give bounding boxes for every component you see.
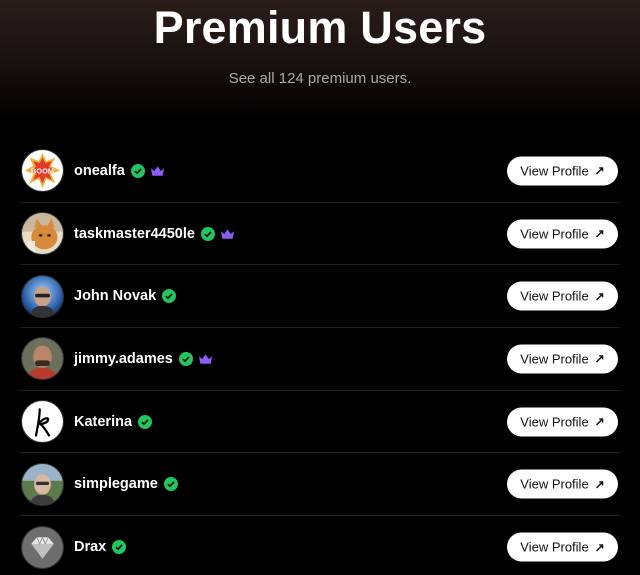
list-item: taskmaster4450le View Profile ↗ — [20, 203, 620, 266]
check-badge-icon — [178, 351, 193, 366]
page-title: Premium Users — [153, 2, 487, 53]
crown-icon — [220, 228, 234, 239]
view-profile-label: View Profile — [520, 163, 589, 179]
avatar[interactable]: BOOM — [21, 149, 64, 193]
check-badge-icon — [162, 289, 177, 304]
check-badge-icon — [112, 540, 127, 555]
view-profile-button[interactable]: View Profile ↗ — [507, 219, 618, 249]
username[interactable]: jimmy.adames — [74, 351, 173, 367]
list-item: simplegame View Profile ↗ — [20, 453, 620, 517]
check-badge-icon — [200, 226, 215, 241]
view-profile-button[interactable]: View Profile ↗ — [507, 281, 618, 311]
arrow-up-right-icon: ↗ — [594, 351, 605, 366]
view-profile-label: View Profile — [520, 539, 589, 555]
avatar[interactable] — [21, 525, 64, 569]
username[interactable]: taskmaster4450le — [74, 226, 195, 242]
view-profile-label: View Profile — [520, 414, 589, 430]
avatar[interactable] — [21, 212, 64, 256]
username[interactable]: simplegame — [74, 476, 158, 492]
arrow-up-right-icon: ↗ — [594, 414, 605, 429]
arrow-up-right-icon: ↗ — [594, 477, 605, 492]
view-profile-label: View Profile — [520, 351, 589, 367]
crown-icon — [198, 354, 212, 364]
list-item: Drax View Profile ↗ — [20, 516, 620, 575]
username[interactable]: onealfa — [74, 163, 125, 179]
svg-text:BOOM: BOOM — [31, 167, 54, 176]
list-item: BOOM onealfa View Profile ↗ — [20, 140, 620, 203]
avatar[interactable] — [21, 337, 64, 381]
crown-icon — [150, 166, 164, 176]
list-item: Katerina View Profile ↗ — [20, 391, 620, 454]
username[interactable]: Katerina — [74, 414, 132, 430]
view-profile-button[interactable]: View Profile ↗ — [507, 469, 618, 499]
view-profile-label: View Profile — [520, 288, 589, 304]
check-badge-icon — [130, 163, 145, 178]
arrow-up-right-icon: ↗ — [594, 226, 605, 241]
page-subtitle: See all 124 premium users. — [228, 70, 412, 87]
avatar[interactable] — [21, 462, 64, 506]
avatar[interactable] — [21, 400, 64, 444]
user-list: BOOM onealfa View Profile ↗ taskmaster445… — [20, 140, 620, 575]
check-badge-icon — [138, 414, 153, 429]
username[interactable]: John Novak — [74, 288, 156, 304]
list-item: jimmy.adames View Profile ↗ — [20, 328, 620, 391]
username[interactable]: Drax — [74, 539, 106, 555]
view-profile-label: View Profile — [520, 476, 589, 492]
view-profile-label: View Profile — [520, 226, 589, 242]
view-profile-button[interactable]: View Profile ↗ — [507, 407, 618, 437]
list-item: John Novak View Profile ↗ — [20, 265, 620, 329]
arrow-up-right-icon: ↗ — [594, 289, 605, 304]
view-profile-button[interactable]: View Profile ↗ — [507, 156, 618, 186]
check-badge-icon — [163, 477, 178, 492]
view-profile-button[interactable]: View Profile ↗ — [507, 532, 618, 562]
avatar[interactable] — [21, 274, 64, 318]
arrow-up-right-icon: ↗ — [594, 163, 605, 178]
arrow-up-right-icon: ↗ — [594, 540, 605, 555]
view-profile-button[interactable]: View Profile ↗ — [507, 344, 618, 374]
